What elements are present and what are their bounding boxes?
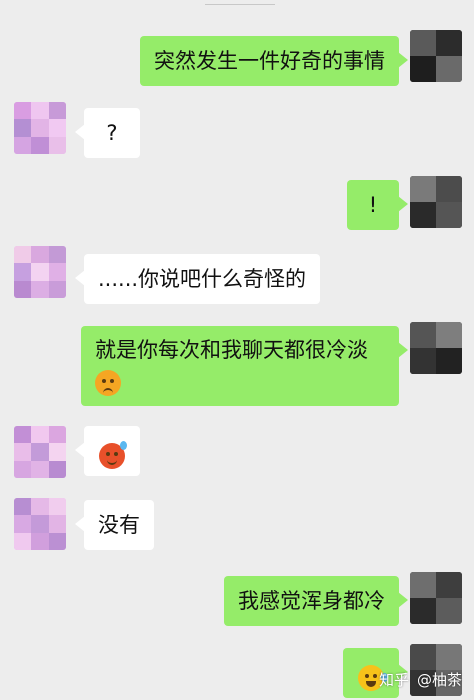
- message-bubble-sent[interactable]: 就是你每次和我聊天都很冷淡: [81, 326, 408, 406]
- friend-avatar[interactable]: [14, 426, 66, 478]
- my-avatar[interactable]: [410, 30, 462, 82]
- message-text: !: [368, 193, 378, 217]
- message-text: 没有: [98, 513, 140, 537]
- my-avatar[interactable]: [410, 322, 462, 374]
- message-bubble-received[interactable]: ?: [75, 108, 140, 158]
- friend-avatar[interactable]: [14, 102, 66, 154]
- message-text: 我感觉浑身都冷: [238, 589, 385, 613]
- message-bubble-sent[interactable]: !: [347, 180, 408, 230]
- worried-face-emoji: [95, 370, 121, 396]
- my-avatar[interactable]: [410, 176, 462, 228]
- watermark-user: @柚茶: [416, 671, 462, 689]
- message-bubble-received[interactable]: ......你说吧什么奇怪的: [74, 254, 321, 304]
- message-text: 就是你每次和我聊天都很冷淡: [95, 338, 368, 362]
- message-bubble-received[interactable]: 没有: [75, 500, 154, 550]
- message-bubble-received[interactable]: [75, 426, 140, 476]
- top-divider: [205, 0, 275, 5]
- friend-avatar[interactable]: [14, 246, 66, 298]
- message-text: ......你说吧什么奇怪的: [98, 267, 307, 291]
- cold-sweat-face-emoji: [99, 441, 127, 469]
- message-text: ?: [106, 121, 118, 145]
- message-bubble-sent[interactable]: 突然发生一件好奇的事情: [140, 36, 408, 86]
- message-text: 突然发生一件好奇的事情: [154, 49, 385, 73]
- top-edge: [0, 0, 474, 12]
- message-bubble-sent[interactable]: 我感觉浑身都冷: [224, 576, 408, 626]
- friend-avatar[interactable]: [14, 498, 66, 550]
- watermark-platform: 知乎: [378, 671, 409, 689]
- my-avatar[interactable]: [410, 572, 462, 624]
- zhihu-watermark: 知乎 @柚茶: [371, 669, 462, 690]
